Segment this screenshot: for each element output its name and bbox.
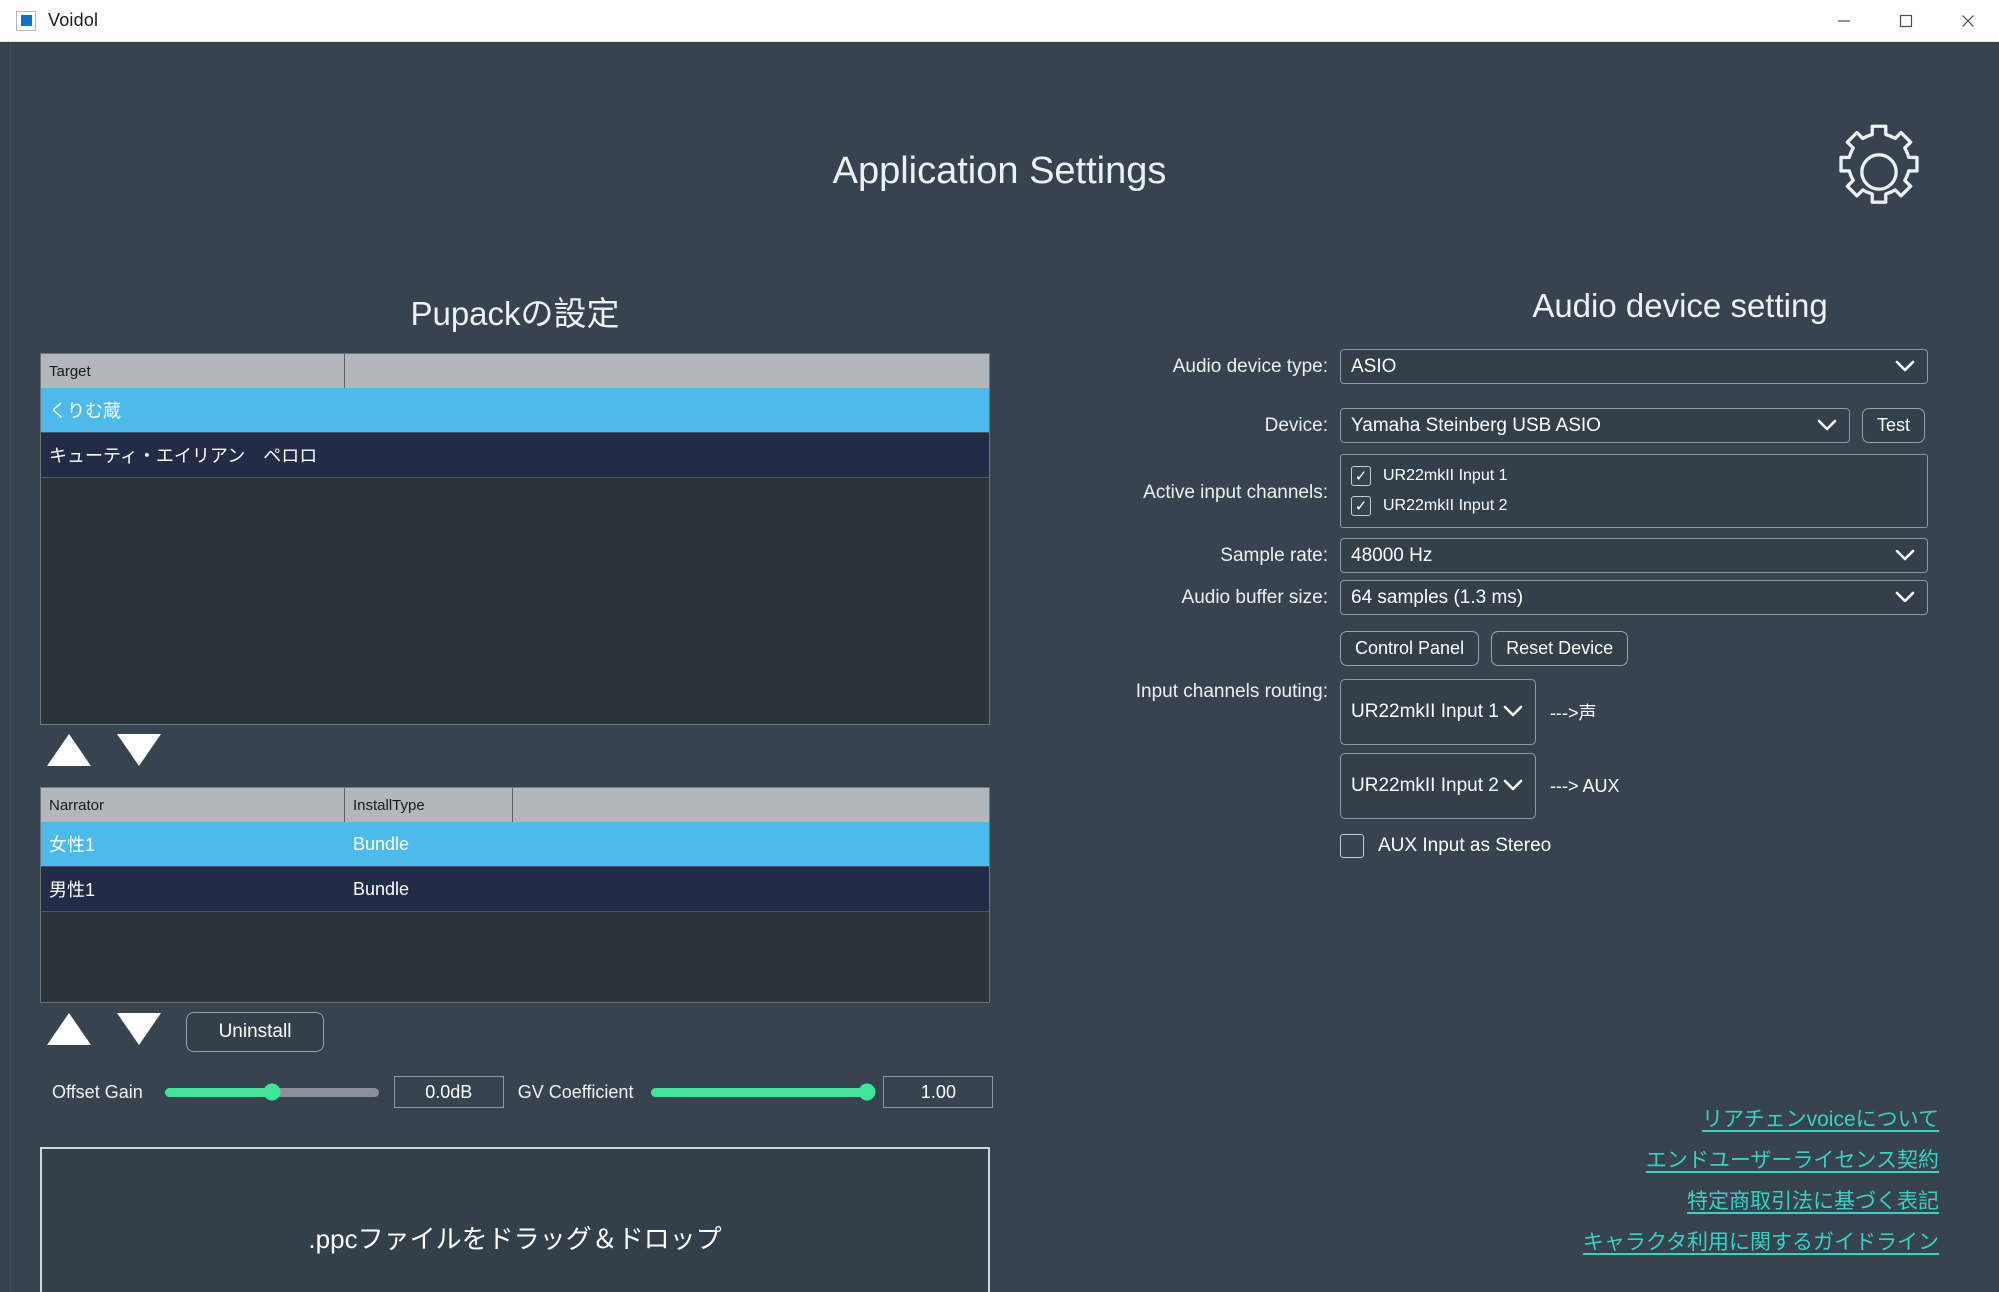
column-header-target: Target — [41, 354, 345, 388]
aux-stereo-label: AUX Input as Stereo — [1378, 835, 1551, 857]
column-header-installtype: InstallType — [345, 788, 513, 822]
sample-rate-value: 48000 Hz — [1351, 545, 1432, 567]
active-input-channels-label: Active input channels: — [1050, 454, 1340, 504]
dropzone-label: .ppcファイルをドラッグ＆ドロップ — [308, 1219, 721, 1256]
audio-device-type-select[interactable]: ASIO — [1340, 349, 1928, 384]
routing-value-1: UR22mkII Input 1 — [1351, 701, 1499, 723]
audio-device-type-value: ASIO — [1351, 356, 1396, 378]
ppc-file-dropzone[interactable]: .ppcファイルをドラッグ＆ドロップ — [40, 1147, 990, 1292]
audio-buffer-size-value: 64 samples (1.3 ms) — [1351, 587, 1523, 609]
maximize-icon[interactable] — [1875, 0, 1937, 42]
chevron-down-icon — [1895, 587, 1915, 609]
link-commercial-transactions[interactable]: 特定商取引法に基づく表記 — [1583, 1185, 1939, 1215]
column-header-narrator: Narrator — [41, 788, 345, 822]
chevron-down-icon — [1503, 701, 1523, 723]
device-row: Device: Yamaha Steinberg USB ASIO Test — [1050, 408, 1925, 443]
chevron-down-icon — [1895, 356, 1915, 378]
checkbox-unchecked-icon[interactable] — [1340, 834, 1364, 858]
gv-coefficient-value[interactable]: 1.00 — [883, 1076, 993, 1108]
app-logo-icon — [16, 11, 36, 31]
audio-device-type-row: Audio device type: ASIO — [1050, 349, 1928, 384]
target-table[interactable]: Target くりむ蔵 キューティ・エイリアン ペロロ — [40, 353, 990, 725]
triangle-up-icon[interactable] — [47, 1013, 91, 1045]
table-row[interactable]: キューティ・エイリアン ペロロ — [41, 433, 989, 478]
gear-icon[interactable] — [1827, 120, 1931, 224]
audio-section-title: Audio device setting — [1060, 287, 1999, 325]
cell-installtype: Bundle — [345, 822, 513, 866]
column-header-narrator-blank — [513, 788, 989, 822]
link-about-realchan-voice[interactable]: リアチェンvoiceについて — [1583, 1103, 1939, 1133]
offset-gain-slider[interactable] — [165, 1088, 379, 1097]
chevron-down-icon — [1895, 545, 1915, 567]
table-row[interactable]: くりむ蔵 — [41, 388, 989, 433]
test-button[interactable]: Test — [1862, 408, 1925, 443]
routing-select-2[interactable]: UR22mkII Input 2 — [1340, 753, 1536, 819]
aux-stereo-row[interactable]: AUX Input as Stereo — [1340, 834, 1551, 858]
audio-buffer-size-label: Audio buffer size: — [1050, 580, 1340, 609]
control-panel-button[interactable]: Control Panel — [1340, 631, 1479, 666]
cell-installtype: Bundle — [345, 867, 513, 911]
device-label: Device: — [1050, 408, 1340, 437]
device-select[interactable]: Yamaha Steinberg USB ASIO — [1340, 408, 1850, 443]
narrator-table[interactable]: Narrator InstallType 女性1 Bundle 男性1 Bund… — [40, 787, 990, 1003]
narrator-table-header: Narrator InstallType — [41, 788, 989, 822]
reset-device-button[interactable]: Reset Device — [1491, 631, 1628, 666]
audio-buffer-size-row: Audio buffer size: 64 samples (1.3 ms) — [1050, 580, 1928, 615]
page-title: Application Settings — [0, 150, 1999, 193]
checkbox-checked-icon[interactable]: ✓ — [1351, 496, 1371, 516]
target-table-header: Target — [41, 354, 989, 388]
input-channels-routing-row: Input channels routing: UR22mkII Input 1… — [1050, 679, 1620, 819]
cell-target: キューティ・エイリアン ペロロ — [41, 433, 345, 477]
window-left-border — [10, 42, 11, 1292]
footer-links: リアチェンvoiceについて エンドユーザーライセンス契約 特定商取引法に基づく… — [1583, 1103, 1939, 1256]
offset-gain-label: Offset Gain — [52, 1082, 143, 1103]
link-character-usage-guidelines[interactable]: キャラクタ利用に関するガイドライン — [1583, 1226, 1939, 1256]
offset-gain-value[interactable]: 0.0dB — [394, 1076, 504, 1108]
checkbox-checked-icon[interactable]: ✓ — [1351, 466, 1371, 486]
routing-value-2: UR22mkII Input 2 — [1351, 775, 1499, 797]
audio-buffer-size-select[interactable]: 64 samples (1.3 ms) — [1340, 580, 1928, 615]
narrator-reorder-controls — [47, 1013, 161, 1045]
chevron-down-icon — [1503, 775, 1523, 797]
sample-rate-label: Sample rate: — [1050, 538, 1340, 567]
pupack-section-title: Pupackの設定 — [40, 287, 990, 335]
link-eula[interactable]: エンドユーザーライセンス契約 — [1583, 1144, 1939, 1174]
window-title: Voidol — [48, 10, 98, 31]
table-row[interactable]: 男性1 Bundle — [41, 867, 989, 912]
channel-label: UR22mkII Input 2 — [1383, 497, 1508, 515]
cell-narrator: 男性1 — [41, 867, 345, 911]
close-icon[interactable] — [1937, 0, 1999, 42]
uninstall-button[interactable]: Uninstall — [186, 1012, 324, 1052]
active-input-channels-list: ✓ UR22mkII Input 1 ✓ UR22mkII Input 2 — [1340, 454, 1928, 528]
sample-rate-select[interactable]: 48000 Hz — [1340, 538, 1928, 573]
sample-rate-row: Sample rate: 48000 Hz — [1050, 538, 1928, 573]
device-action-buttons: Control Panel Reset Device — [1340, 631, 1628, 666]
chevron-down-icon — [1817, 415, 1837, 437]
cell-narrator: 女性1 — [41, 822, 345, 866]
target-reorder-controls — [47, 734, 161, 766]
channel-checkbox-row[interactable]: ✓ UR22mkII Input 1 — [1341, 461, 1927, 491]
column-header-target-blank — [345, 354, 989, 388]
minimize-icon[interactable] — [1813, 0, 1875, 42]
device-value: Yamaha Steinberg USB ASIO — [1351, 415, 1601, 437]
channel-checkbox-row[interactable]: ✓ UR22mkII Input 2 — [1341, 491, 1927, 521]
audio-device-type-label: Audio device type: — [1050, 349, 1340, 378]
table-row[interactable]: 女性1 Bundle — [41, 822, 989, 867]
triangle-up-icon[interactable] — [47, 734, 91, 766]
channel-label: UR22mkII Input 1 — [1383, 467, 1508, 485]
window-controls — [1813, 0, 1999, 42]
triangle-down-icon[interactable] — [117, 1013, 161, 1045]
input-channels-routing-label: Input channels routing: — [1050, 679, 1340, 703]
gain-controls-row: Offset Gain 0.0dB GV Coefficient 1.00 — [52, 1076, 993, 1108]
cell-target: くりむ蔵 — [41, 388, 345, 432]
routing-target-1: --->声 — [1550, 699, 1597, 725]
app-window-body: Application Settings Pupackの設定 Target くり… — [0, 42, 1999, 1292]
gv-coefficient-label: GV Coefficient — [518, 1082, 634, 1103]
routing-target-2: ---> AUX — [1550, 776, 1620, 797]
gv-coefficient-slider[interactable] — [651, 1088, 867, 1097]
active-input-channels-row: Active input channels: ✓ UR22mkII Input … — [1050, 454, 1928, 528]
routing-select-1[interactable]: UR22mkII Input 1 — [1340, 679, 1536, 745]
window-titlebar: Voidol — [0, 0, 1999, 42]
triangle-down-icon[interactable] — [117, 734, 161, 766]
